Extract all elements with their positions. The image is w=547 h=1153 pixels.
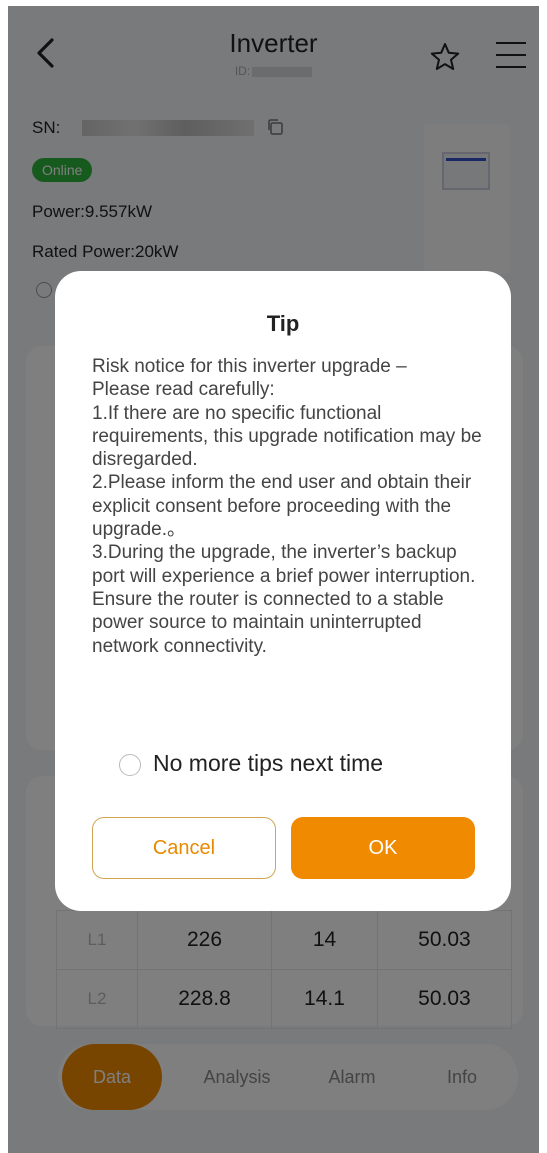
dialog-title: Tip xyxy=(266,311,300,336)
cancel-button[interactable]: Cancel xyxy=(92,817,276,879)
ok-button[interactable]: OK xyxy=(291,817,475,879)
app-screen: Inverter ID: SN: Online Power:9.557kW Ra… xyxy=(8,6,539,1153)
no-more-tips-label[interactable]: No more tips next time xyxy=(153,750,383,777)
dialog-message: Risk notice for this inverter upgrade – … xyxy=(92,356,482,657)
no-more-tips-radio[interactable] xyxy=(119,754,141,776)
tip-dialog: Tip Risk notice for this inverter upgrad… xyxy=(55,271,511,911)
